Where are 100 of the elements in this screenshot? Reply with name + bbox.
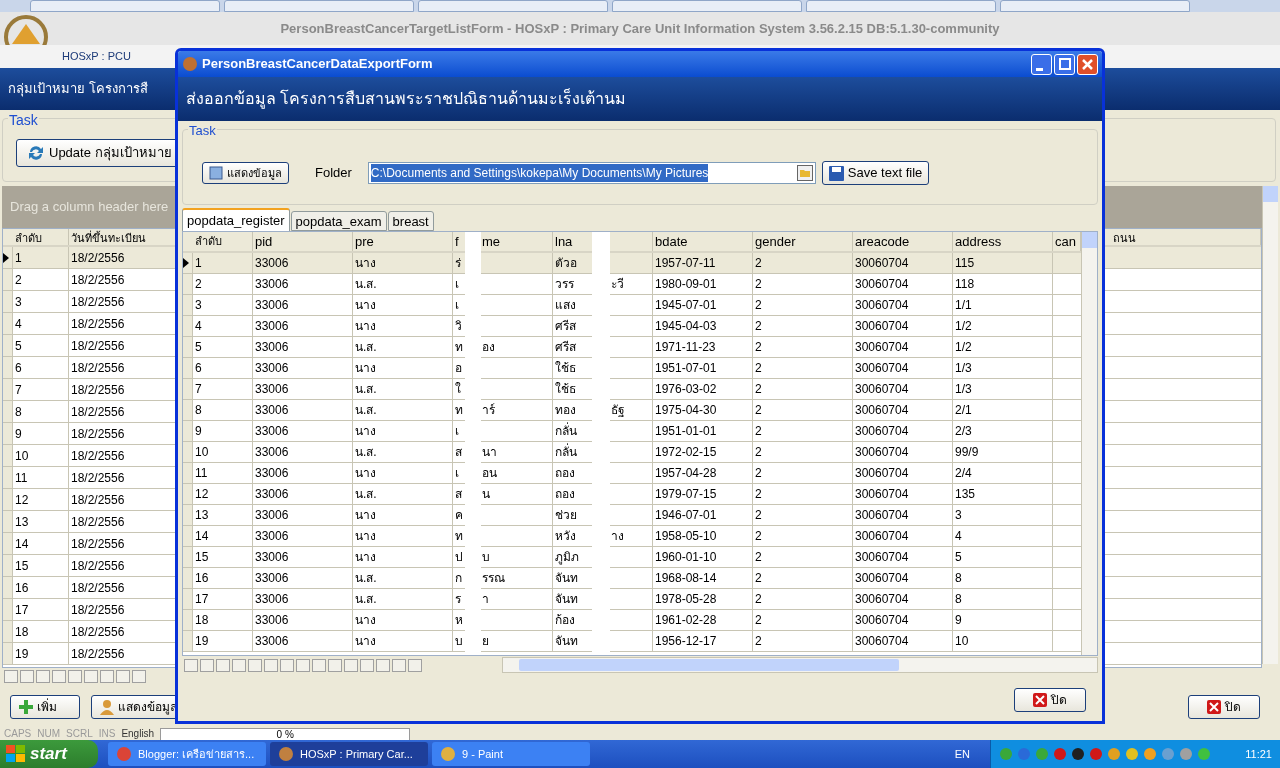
nav-button[interactable]: [200, 658, 214, 672]
table-cell-text: 1978-05-28: [654, 591, 717, 608]
browser-tab[interactable]: [418, 0, 608, 12]
nav-button[interactable]: [376, 658, 390, 672]
column-header[interactable]: f: [455, 233, 459, 249]
taskbar-button[interactable]: 9 - Paint: [432, 742, 590, 766]
column-header[interactable]: ลำดับ: [193, 233, 222, 250]
nav-button[interactable]: [4, 669, 18, 683]
nav-button[interactable]: [328, 658, 342, 672]
table-cell-text: 33006: [254, 381, 289, 398]
tray-icon[interactable]: [1053, 747, 1067, 761]
nav-button[interactable]: [216, 658, 230, 672]
nav-button[interactable]: [344, 658, 358, 672]
table-cell: 11: [13, 467, 69, 488]
table-cell: 7: [13, 379, 69, 400]
browser-tab[interactable]: [224, 0, 414, 12]
status-indicator: NUM: [37, 728, 60, 740]
nav-button[interactable]: [116, 669, 130, 683]
table-cell: วรร: [555, 277, 574, 291]
show-data-button[interactable]: แสดงข้อมูล: [202, 162, 289, 184]
nav-button[interactable]: [312, 658, 326, 672]
browser-tab[interactable]: [1000, 0, 1190, 12]
row-indicator[interactable]: [3, 247, 13, 268]
column-header[interactable]: address: [953, 232, 1002, 251]
table-cell-text: 33006: [254, 423, 289, 440]
tab[interactable]: breast: [387, 211, 434, 231]
table-cell: ใ: [455, 382, 461, 396]
column-header[interactable]: me: [482, 232, 501, 252]
nav-button[interactable]: [392, 658, 406, 672]
column-header[interactable]: pid: [253, 232, 273, 251]
table-cell: ส: [455, 487, 462, 501]
close-button[interactable]: ปิด: [1014, 688, 1086, 712]
table-cell: เ: [455, 298, 459, 312]
vertical-scrollbar[interactable]: [1081, 232, 1097, 655]
browser-tab[interactable]: [806, 0, 996, 12]
tab[interactable]: popdata_register: [182, 208, 290, 231]
table-cell-text: 2: [754, 465, 762, 482]
table-cell: ศรีส: [555, 319, 576, 333]
app-icon: [440, 746, 456, 762]
start-button[interactable]: start: [0, 740, 98, 768]
nav-button[interactable]: [100, 669, 114, 683]
nav-button[interactable]: [68, 669, 82, 683]
table-cell-text: 115: [954, 255, 975, 272]
nav-button[interactable]: [84, 669, 98, 683]
table-cell-text: 8: [194, 402, 202, 419]
maximize-button[interactable]: [1054, 53, 1075, 75]
nav-button[interactable]: [248, 658, 262, 672]
table-cell: แสง: [555, 298, 576, 312]
nav-button[interactable]: [280, 658, 294, 672]
table-cell-text: 9: [194, 423, 202, 440]
table-cell-text: นาง: [354, 549, 376, 566]
column-header[interactable]: ลำดับ: [13, 229, 69, 245]
add-button[interactable]: เพิ่ม: [10, 695, 80, 719]
row-indicator[interactable]: [183, 253, 193, 273]
nav-button[interactable]: [20, 669, 34, 683]
tray-icon[interactable]: [1071, 747, 1085, 761]
column-header[interactable]: can: [1053, 232, 1076, 251]
nav-button[interactable]: [36, 669, 50, 683]
folder-field[interactable]: C:\Documents and Settings\kokepa\My Documents\My Pictures: [367, 162, 816, 184]
taskbar-button[interactable]: Blogger: เครือข่ายสาร...: [108, 742, 266, 766]
table-cell: หวัง: [555, 529, 576, 543]
table-cell-text: น.ส.: [354, 276, 377, 293]
nav-button[interactable]: [360, 658, 374, 672]
nav-button[interactable]: [232, 658, 246, 672]
close-button[interactable]: ปิด: [1188, 695, 1260, 719]
table-cell-text: 1: [194, 255, 202, 272]
nav-button[interactable]: [264, 658, 278, 672]
table-cell: ค: [455, 508, 463, 522]
table-cell: 10: [13, 445, 69, 466]
column-header[interactable]: pre: [353, 232, 374, 251]
save-button[interactable]: Save text file: [821, 161, 930, 185]
table-cell-text: 1968-08-14: [654, 570, 717, 587]
browser-tab[interactable]: [30, 0, 220, 12]
minimize-button[interactable]: [1031, 53, 1052, 75]
tab[interactable]: popdata_exam: [290, 211, 387, 231]
browser-tab[interactable]: [612, 0, 802, 12]
nav-button[interactable]: [52, 669, 66, 683]
table-cell-text: 118: [954, 276, 975, 293]
horizontal-scrollbar[interactable]: [502, 657, 1098, 673]
column-header[interactable]: gender: [753, 232, 796, 251]
table-cell-text: 33006: [254, 402, 289, 419]
taskbar-button[interactable]: HOSxP : Primary Car...: [270, 742, 428, 766]
vertical-scrollbar[interactable]: [1262, 186, 1278, 664]
column-header[interactable]: lna: [553, 232, 573, 252]
tray-icon[interactable]: [1089, 747, 1103, 761]
column-header[interactable]: areacode: [853, 232, 910, 251]
table-cell-text: 30060704: [854, 423, 909, 440]
column-header[interactable]: bdate: [653, 232, 688, 251]
column-header[interactable]: ถนน: [1111, 229, 1261, 245]
table-cell-text: 1956-12-17: [654, 633, 717, 650]
folder-icon[interactable]: [796, 165, 813, 181]
close-icon: [1082, 58, 1093, 70]
language-indicator: EN: [954, 746, 970, 762]
nav-button[interactable]: [184, 658, 198, 672]
nav-button[interactable]: [132, 669, 146, 683]
table-cell-text: 30060704: [854, 360, 909, 377]
nav-button[interactable]: [296, 658, 310, 672]
table-cell-text: 30060704: [854, 276, 909, 293]
close-button[interactable]: [1077, 53, 1098, 75]
nav-button[interactable]: [408, 658, 422, 672]
